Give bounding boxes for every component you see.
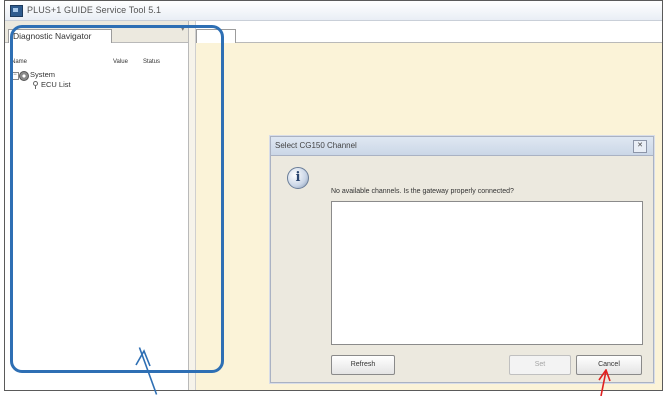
channel-list-box[interactable] (331, 201, 643, 345)
dialog-message: No available channels. Is the gateway pr… (331, 188, 514, 195)
column-value[interactable]: Value (113, 59, 128, 65)
column-status[interactable]: Status (143, 59, 160, 65)
tree-item-ecu-list[interactable]: ECU List (41, 80, 71, 90)
app-icon (10, 5, 23, 17)
tree-column-headers: Name Value Status (11, 59, 181, 68)
tree-collapse-toggle[interactable]: − (11, 72, 19, 80)
document-tabstrip (196, 21, 662, 43)
info-icon: i (287, 167, 309, 189)
set-button[interactable]: Set (509, 355, 571, 375)
dialog-title: Select CG150 Channel (275, 141, 357, 150)
tab-diagnostic-navigator[interactable]: Diagnostic Navigator (8, 29, 112, 43)
close-icon[interactable]: ✕ (633, 140, 647, 153)
panel-splitter[interactable] (189, 21, 196, 390)
column-name[interactable]: Name (11, 59, 27, 65)
navigator-tabstrip: Diagnostic Navigator ▾ (5, 21, 188, 43)
tree-item-system[interactable]: System (30, 70, 55, 80)
window-title: PLUS+1 GUIDE Service Tool 5.1 (27, 5, 162, 15)
diagnostic-navigator-panel: Diagnostic Navigator ▾ Name Value Status… (5, 21, 189, 390)
document-tab[interactable] (196, 29, 236, 43)
window-titlebar: PLUS+1 GUIDE Service Tool 5.1 (5, 1, 662, 21)
dialog-titlebar: Select CG150 Channel ✕ (271, 137, 653, 156)
refresh-button[interactable]: Refresh (331, 355, 395, 375)
pin-icon[interactable]: ▾ (181, 25, 185, 33)
cancel-button[interactable]: Cancel (576, 355, 642, 375)
select-channel-dialog: Select CG150 Channel ✕ i No available ch… (270, 136, 654, 383)
system-icon (19, 71, 29, 81)
ecu-icon (33, 81, 38, 89)
